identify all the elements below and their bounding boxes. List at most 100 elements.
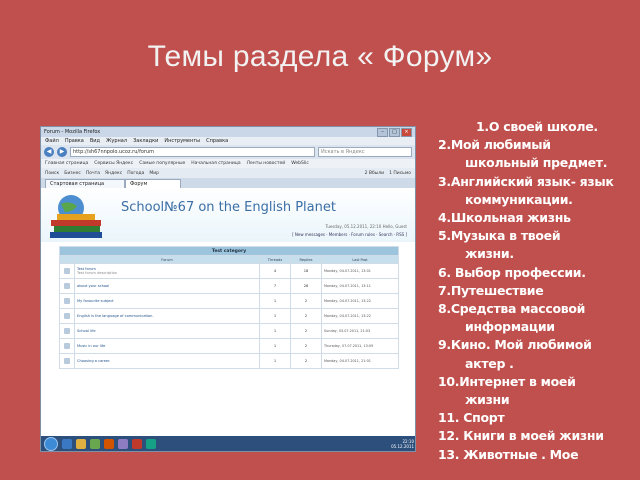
list-item: 5.Музыка в твоей — [438, 228, 561, 244]
table-row: My favourite subject 1 2 Monday, 04.07.2… — [59, 293, 399, 309]
toolbar-item[interactable]: Бизнес — [64, 171, 81, 176]
column-header-threads: Threads — [259, 255, 291, 264]
list-item: жизни. — [465, 246, 514, 262]
list-item: 13. Животные . Мое — [438, 446, 579, 462]
list-item: 1.О своей школе. — [476, 119, 598, 134]
start-button[interactable] — [44, 436, 58, 451]
tab-forum[interactable]: Форум — [125, 179, 181, 188]
list-item: 10.Интернет в моей — [438, 373, 576, 389]
close-button[interactable]: × — [401, 127, 412, 137]
search-input[interactable]: Искать в Яндекс — [318, 147, 412, 157]
address-bar[interactable]: http://sh67nnpolo.ucoz.ru/forum — [70, 147, 315, 157]
replies-count: 2 — [290, 338, 322, 354]
threads-count: 1 — [259, 293, 291, 309]
back-button[interactable]: ◀ — [44, 147, 54, 157]
column-header-forum: Forum — [74, 255, 260, 264]
books-globe-logo — [50, 195, 102, 238]
menu-edit[interactable]: Правка — [65, 138, 84, 144]
app-icon[interactable] — [132, 438, 142, 449]
menu-tools[interactable]: Инструменты — [164, 138, 200, 144]
forum-description: Test forum description — [77, 271, 118, 275]
threads-count: 1 — [259, 338, 291, 354]
forum-link[interactable]: English is the language of communication… — [77, 314, 154, 318]
forum-link[interactable]: about your school — [77, 284, 109, 288]
toolbar-item[interactable]: Поиск — [45, 171, 59, 176]
last-post[interactable]: Monday, 04.07.2011, 13:22 — [321, 308, 399, 324]
firefox-icon[interactable] — [104, 438, 114, 449]
menu-file[interactable]: Файл — [45, 138, 59, 144]
icon-column-header — [59, 255, 75, 264]
column-header-replies: Replies — [290, 255, 322, 264]
menu-view[interactable]: Вид — [90, 138, 100, 144]
list-item: 7.Путешествие — [438, 282, 544, 298]
category-header[interactable]: Test category — [59, 246, 399, 256]
bookmark-item[interactable]: Сервисы Яндекс — [94, 161, 133, 166]
bookmark-item[interactable]: WebSlic — [291, 161, 309, 166]
maximize-button[interactable]: □ — [389, 127, 400, 137]
explorer-icon[interactable] — [76, 438, 86, 449]
replies-count: 2 — [290, 308, 322, 324]
forum-cell: Music in our life — [74, 338, 260, 354]
menu-help[interactable]: Справка — [206, 138, 228, 144]
forum-link[interactable]: School life — [77, 329, 96, 333]
toolbar-item[interactable]: 2 Вбыли — [365, 171, 385, 176]
minimize-button[interactable]: – — [377, 127, 388, 137]
column-header-last-post: Last Post — [321, 255, 399, 264]
last-post[interactable]: Thursday, 07.07.2011, 13:09 — [321, 338, 399, 354]
threads-count: 1 — [259, 353, 291, 369]
bookmark-item[interactable]: Самые популярные — [139, 161, 185, 166]
last-post[interactable]: Sunday, 03.07.2011, 21:03 — [321, 323, 399, 339]
list-item: 8.Средства массовой — [438, 301, 586, 317]
replies-count: 2 — [290, 353, 322, 369]
app-icon[interactable] — [118, 438, 128, 449]
forum-icon — [59, 353, 75, 369]
yandex-toolbar: Поиск Бизнес Почта Яндекс Погода Мир 2 В… — [41, 168, 415, 178]
tab-start-page[interactable]: Стартовая страница Firefox — [45, 179, 125, 195]
web-page: School№67 on the English Planet Tuesday,… — [41, 188, 415, 436]
app-icon[interactable] — [146, 438, 156, 449]
list-item: 6. Выбор профессии. — [438, 264, 586, 280]
ie-icon[interactable] — [62, 438, 72, 449]
last-post[interactable]: Monday, 04.07.2011, 13:01 — [321, 263, 399, 279]
forum-link[interactable]: Choosing a career. — [77, 359, 110, 363]
last-post[interactable]: Monday, 04.07.2011, 13:22 — [321, 293, 399, 309]
list-item: школьный предмет. — [465, 155, 608, 171]
bookmark-item[interactable]: Ленты новостей — [247, 161, 286, 166]
toolbar-item[interactable]: Почта — [86, 171, 100, 176]
toolbar-item[interactable]: 1 Письмо — [389, 171, 411, 176]
table-row: English is the language of communication… — [59, 308, 399, 324]
toolbar-item[interactable]: Мир — [149, 171, 159, 176]
forum-cell: Choosing a career. — [74, 353, 260, 369]
last-post[interactable]: Monday, 04.07.2011, 13:11 — [321, 278, 399, 294]
site-date: Tuesday, 05.12.2011, 22:10 Hello, Guest — [325, 224, 407, 229]
last-post[interactable]: Monday, 04.07.2011, 21:01 — [321, 353, 399, 369]
toolbar-item[interactable]: Погода — [127, 171, 144, 176]
threads-count: 1 — [259, 323, 291, 339]
bookmark-item[interactable]: Главная страница — [45, 161, 88, 166]
forum-icon — [59, 293, 75, 309]
bookmark-item[interactable]: Начальная страница — [191, 161, 240, 166]
forum-subnav[interactable]: [ New messages · Members · Forum rules ·… — [292, 232, 407, 237]
topics-list: 1.О своей школе. 2.Мой любимый школьный … — [438, 118, 638, 464]
menu-history[interactable]: Журнал — [106, 138, 127, 144]
menu-bookmarks[interactable]: Закладки — [133, 138, 158, 144]
forum-icon — [59, 338, 75, 354]
window-title: Forum - Mozilla Firefox — [44, 129, 101, 135]
browser-screenshot: Forum - Mozilla Firefox – □ × Файл Правк… — [40, 126, 416, 452]
list-item: информации — [465, 319, 555, 335]
forward-button[interactable]: ▶ — [57, 147, 67, 157]
windows-taskbar: 22:10 05.12.2011 — [41, 436, 415, 451]
forum-icon — [59, 323, 75, 339]
forum-link[interactable]: Music in our life — [77, 344, 105, 348]
list-item: жизни — [465, 392, 510, 408]
forum-link[interactable]: My favourite subject — [77, 299, 114, 303]
list-item: 4.Школьная жизнь — [438, 210, 571, 226]
toolbar-item[interactable]: Яндекс — [105, 171, 122, 176]
forum-cell: Test forum Test forum description — [74, 263, 260, 279]
replies-count: 28 — [290, 278, 322, 294]
media-icon[interactable] — [90, 438, 100, 449]
list-item: коммуникации. — [465, 191, 573, 207]
slide-title: Темы раздела « Форум» — [147, 40, 493, 73]
forum-cell: about your school — [74, 278, 260, 294]
table-row: about your school 7 28 Monday, 04.07.201… — [59, 278, 399, 294]
